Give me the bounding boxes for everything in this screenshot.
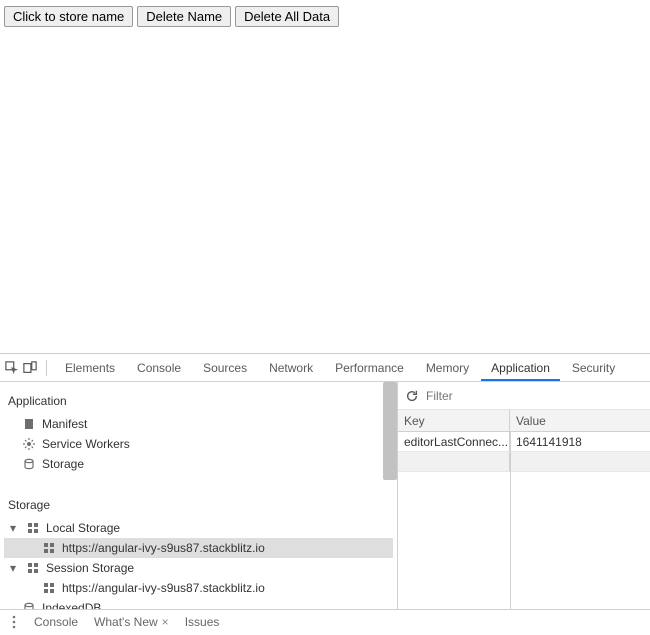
local-storage-icon [26, 521, 40, 535]
section-application-header: Application [4, 390, 393, 414]
delete-all-data-button[interactable]: Delete All Data [235, 6, 339, 27]
caret-down-icon: ▾ [10, 561, 20, 575]
tab-memory[interactable]: Memory [416, 355, 479, 381]
whatsnew-label: What's New [94, 615, 158, 629]
storage-filter-input[interactable] [426, 389, 650, 403]
service-workers-label: Service Workers [42, 437, 130, 451]
sidebar-item-storage[interactable]: Storage [4, 454, 393, 474]
tabbar-divider [46, 360, 47, 376]
storage-grid-body: editorLastConnec... 1641141918 [398, 432, 650, 609]
sidebar-item-local-storage[interactable]: ▾ Local Storage [4, 518, 393, 538]
application-sidebar: Application Manifest Service Workers Sto… [0, 382, 398, 609]
sidebar-item-session-storage[interactable]: ▾ Session Storage [4, 558, 393, 578]
refresh-icon[interactable] [404, 388, 420, 404]
kebab-menu-icon[interactable] [6, 614, 22, 630]
header-key[interactable]: Key [398, 410, 510, 431]
manifest-label: Manifest [42, 417, 87, 431]
devtools-drawer-tabbar: Console What's New × Issues [0, 609, 650, 633]
tab-elements[interactable]: Elements [55, 355, 125, 381]
gear-icon [22, 437, 36, 451]
delete-name-button[interactable]: Delete Name [137, 6, 231, 27]
storage-row-value: 1641141918 [510, 432, 650, 451]
tab-performance[interactable]: Performance [325, 355, 414, 381]
devtools-tabbar: Elements Console Sources Network Perform… [0, 354, 650, 382]
devtools-body: Application Manifest Service Workers Sto… [0, 382, 650, 609]
page-empty-area [0, 33, 650, 353]
local-storage-origin-label: https://angular-ivy-s9us87.stackblitz.io [62, 541, 265, 555]
caret-down-icon: ▾ [10, 521, 20, 535]
storage-row-key: editorLastConnec... [398, 432, 510, 451]
storage-row-empty[interactable] [398, 452, 650, 472]
indexeddb-label: IndexedDB [42, 601, 101, 609]
sidebar-item-manifest[interactable]: Manifest [4, 414, 393, 434]
local-storage-label: Local Storage [46, 521, 120, 535]
store-name-button[interactable]: Click to store name [4, 6, 133, 27]
close-icon[interactable]: × [162, 615, 169, 629]
section-storage-header: Storage [4, 494, 393, 518]
drawer-tab-issues[interactable]: Issues [181, 615, 224, 629]
sidebar-item-service-workers[interactable]: Service Workers [4, 434, 393, 454]
page-button-row: Click to store name Delete Name Delete A… [0, 0, 650, 33]
storage-row[interactable]: editorLastConnec... 1641141918 [398, 432, 650, 452]
drawer-tab-whatsnew[interactable]: What's New × [90, 615, 173, 629]
database-icon [22, 457, 36, 471]
inspect-element-icon[interactable] [4, 360, 20, 376]
tab-application[interactable]: Application [481, 355, 560, 381]
session-storage-icon [26, 561, 40, 575]
tab-sources[interactable]: Sources [193, 355, 257, 381]
session-storage-origin-label: https://angular-ivy-s9us87.stackblitz.io [62, 581, 265, 595]
devtools-panel: Elements Console Sources Network Perform… [0, 353, 650, 633]
storage-label: Storage [42, 457, 84, 471]
device-toolbar-icon[interactable] [22, 360, 38, 376]
sidebar-scrollbar[interactable] [383, 382, 397, 480]
column-divider[interactable] [510, 432, 511, 609]
drawer-tab-console[interactable]: Console [30, 615, 82, 629]
sidebar-item-indexeddb[interactable]: IndexedDB [4, 598, 393, 609]
sidebar-item-local-storage-origin[interactable]: https://angular-ivy-s9us87.stackblitz.io [4, 538, 393, 558]
tab-console[interactable]: Console [127, 355, 191, 381]
origin-icon [42, 581, 56, 595]
manifest-icon [22, 417, 36, 431]
database-icon [22, 601, 36, 609]
session-storage-label: Session Storage [46, 561, 134, 575]
storage-grid-header: Key Value [398, 410, 650, 432]
storage-filter-row [398, 382, 650, 410]
tab-network[interactable]: Network [259, 355, 323, 381]
sidebar-item-session-storage-origin[interactable]: https://angular-ivy-s9us87.stackblitz.io [4, 578, 393, 598]
tab-security[interactable]: Security [562, 355, 625, 381]
storage-detail-panel: Key Value editorLastConnec... 1641141918 [398, 382, 650, 609]
origin-icon [42, 541, 56, 555]
header-value[interactable]: Value [510, 410, 650, 431]
